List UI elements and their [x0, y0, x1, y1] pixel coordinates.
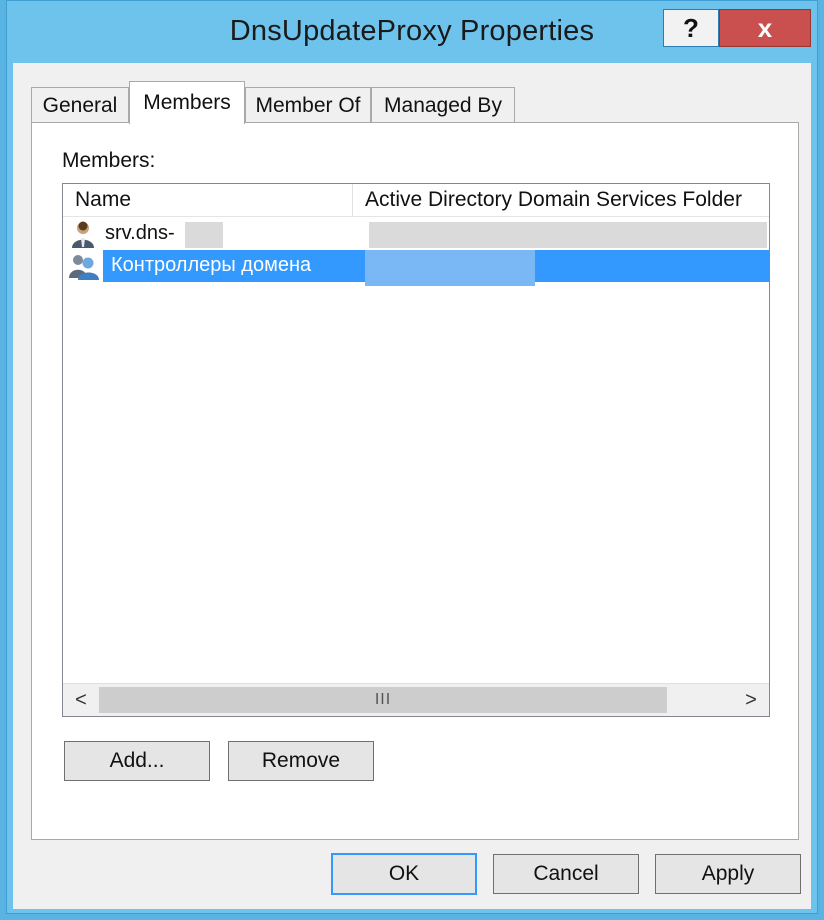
user-icon [72, 221, 94, 248]
member-name: srv.dns- [105, 222, 175, 244]
scroll-left-arrow[interactable]: < [65, 684, 97, 716]
column-header-folder[interactable]: Active Directory Domain Services Folder [353, 184, 769, 216]
members-tab-panel: Members: Name Active Directory Domain Se… [31, 122, 799, 840]
header-divider [63, 216, 769, 217]
column-header-name[interactable]: Name [63, 184, 353, 216]
member-name: Контроллеры домена [111, 254, 312, 276]
members-list[interactable]: Name Active Directory Domain Services Fo… [62, 183, 770, 717]
members-label: Members: [62, 149, 156, 172]
list-item[interactable]: srv.dns- [63, 218, 769, 250]
remove-button[interactable]: Remove [228, 741, 374, 781]
list-item-selected[interactable]: Контроллеры домена [63, 250, 769, 286]
tab-managed-by[interactable]: Managed By [371, 87, 515, 123]
cancel-button[interactable]: Cancel [493, 854, 639, 894]
redacted-folder [365, 250, 535, 286]
title-bar[interactable]: DnsUpdateProxy Properties ? x [7, 1, 817, 67]
redacted-block [185, 222, 223, 248]
close-button[interactable]: x [719, 9, 811, 47]
tab-member-of[interactable]: Member Of [245, 87, 371, 123]
dialog-window: DnsUpdateProxy Properties ? x General Me… [6, 0, 818, 914]
help-button[interactable]: ? [663, 9, 719, 47]
redacted-folder [369, 222, 767, 248]
add-button[interactable]: Add... [64, 741, 210, 781]
ok-button[interactable]: OK [331, 853, 477, 895]
apply-button[interactable]: Apply [655, 854, 801, 894]
scroll-right-arrow[interactable]: > [735, 684, 767, 716]
group-icon [69, 255, 99, 280]
tab-members[interactable]: Members [129, 81, 245, 124]
horizontal-scrollbar[interactable]: < III > [63, 683, 769, 716]
scroll-thumb[interactable]: III [99, 687, 667, 713]
tab-general[interactable]: General [31, 87, 129, 123]
dialog-client-area: General Members Member Of Managed By Mem… [13, 63, 811, 909]
